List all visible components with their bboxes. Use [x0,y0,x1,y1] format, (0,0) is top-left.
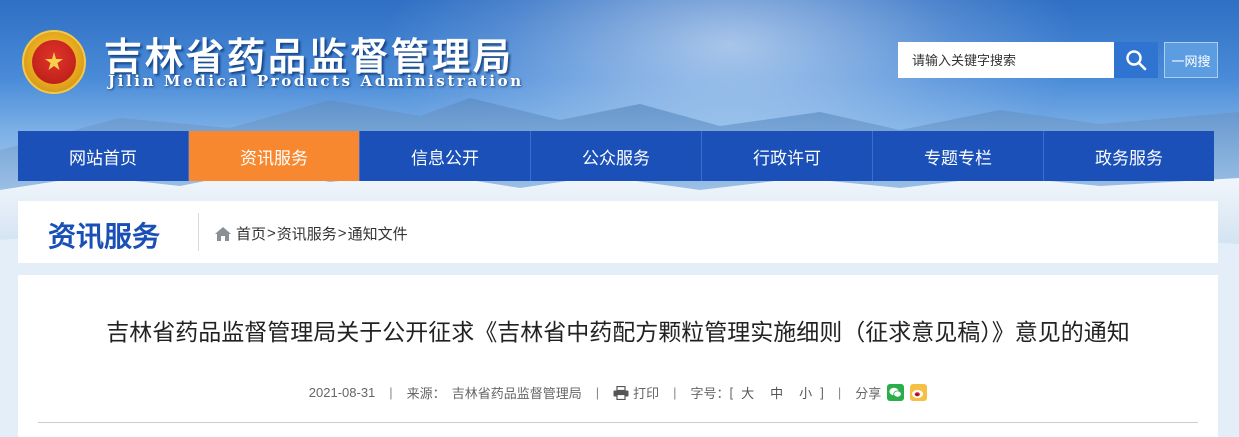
site-subtitle: Jilin Medical Products Administration [108,72,524,90]
wechat-icon[interactable] [887,384,905,401]
nav-item-gov-service[interactable]: 政务服务 [1044,131,1214,181]
meta-separator: | [595,385,600,400]
article-divider [38,422,1198,423]
breadcrumb-news-service[interactable]: 资讯服务 [277,223,337,244]
search-input[interactable] [898,42,1114,78]
font-size-selector: 字号： [ 大 中 小 ] [691,383,824,402]
search-button[interactable] [1114,42,1158,78]
search-icon [1126,50,1147,71]
breadcrumb-separator: > [337,225,347,242]
source-value: 吉林省药品监督管理局 [451,386,582,401]
home-icon[interactable] [214,226,232,242]
nav-item-special-topics[interactable]: 专题专栏 [873,131,1044,181]
font-size-bracket-close: ] [820,385,824,400]
nav-item-admin-license[interactable]: 行政许可 [702,131,873,181]
article-panel: 吉林省药品监督管理局关于公开征求《吉林省中药配方颗粒管理实施细则（征求意见稿）》… [18,275,1218,437]
section-header: 资讯服务 首页 > 资讯服务 > 通知文件 [18,201,1218,263]
one-net-search-button[interactable]: 一网搜 [1164,42,1218,78]
share-label: 分享 [855,386,882,401]
nav-item-news-service[interactable]: 资讯服务 [189,131,360,181]
article-title: 吉林省药品监督管理局关于公开征求《吉林省中药配方颗粒管理实施细则（征求意见稿）》… [106,319,1130,345]
meta-separator: | [673,385,677,400]
section-title: 资讯服务 [48,221,161,252]
breadcrumb-separator: > [267,225,276,242]
nav-item-public-service[interactable]: 公众服务 [531,131,702,181]
national-emblem-icon [22,30,86,94]
printer-icon [613,385,629,400]
section-divider [198,213,199,251]
publish-date: 2021-08-31 [308,385,376,400]
meta-separator: | [389,385,393,400]
breadcrumb-home[interactable]: 首页 [236,223,266,244]
breadcrumb: 首页 > 资讯服务 > 通知文件 [214,223,408,244]
font-size-bracket-open: [ [729,385,734,400]
breadcrumb-notices[interactable]: 通知文件 [348,223,408,244]
font-size-large[interactable]: 大 [741,383,754,402]
nav-item-home[interactable]: 网站首页 [18,131,189,181]
font-size-label: 字号： [690,386,730,401]
meta-separator: | [837,385,842,400]
weibo-icon[interactable] [910,384,928,401]
article-meta: 2021-08-31 | 来源： 吉林省药品监督管理局 | 打印 | 字号： [… [18,383,1218,402]
nav-item-info-disclosure[interactable]: 信息公开 [360,131,531,181]
print-label: 打印 [633,386,660,401]
main-nav: 网站首页 资讯服务 信息公开 公众服务 行政许可 专题专栏 政务服务 [18,131,1214,181]
source-label: 来源： [406,386,446,401]
print-button[interactable]: 打印 [613,383,659,402]
font-size-medium[interactable]: 中 [770,383,783,402]
font-size-small[interactable]: 小 [799,383,812,402]
